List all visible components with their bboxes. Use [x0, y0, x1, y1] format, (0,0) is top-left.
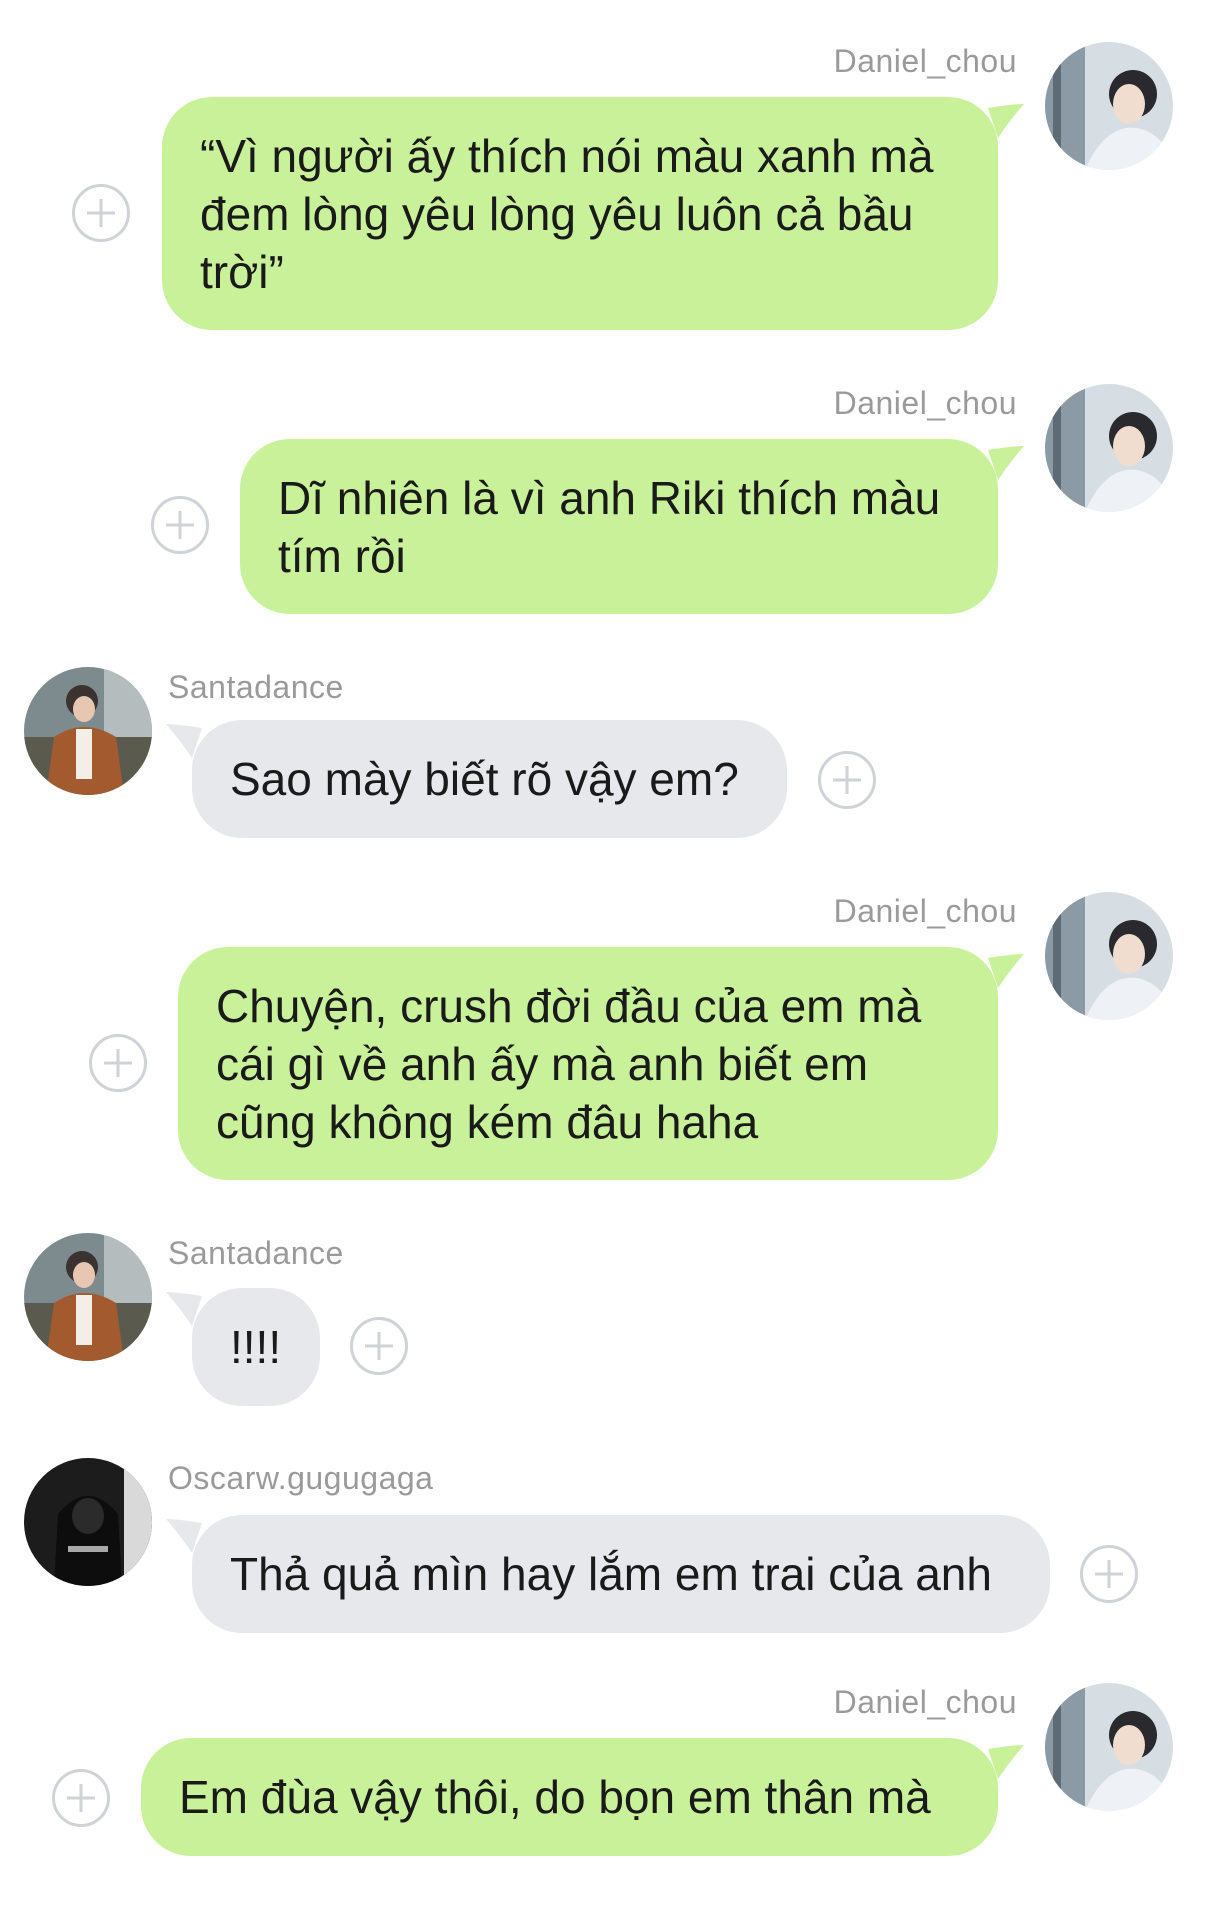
- plus-circle-icon[interactable]: [89, 1034, 147, 1092]
- avatar-santadance[interactable]: [24, 1233, 152, 1361]
- sender-name: Daniel_chou: [833, 385, 1017, 421]
- sender-name: Daniel_chou: [833, 43, 1017, 79]
- message-text: Thả quả mìn hay lắm em trai của anh: [230, 1548, 992, 1600]
- plus-circle-icon[interactable]: [350, 1317, 408, 1375]
- message-bubble[interactable]: Sao mày biết rõ vậy em?: [192, 720, 787, 838]
- message-text: “Vì người ấy thích nói màu xanh mà đem l…: [200, 130, 934, 298]
- message-bubble[interactable]: !!!!: [192, 1288, 320, 1406]
- plus-circle-icon[interactable]: [151, 496, 209, 554]
- sender-name: Santadance: [168, 669, 344, 705]
- message-bubble[interactable]: Em đùa vậy thôi, do bọn em thân mà: [141, 1738, 998, 1856]
- sender-name: Daniel_chou: [833, 1684, 1017, 1720]
- sender-name: Daniel_chou: [833, 893, 1017, 929]
- message-text: Dĩ nhiên là vì anh Riki thích màu tím rồ…: [278, 472, 941, 582]
- message-bubble[interactable]: Dĩ nhiên là vì anh Riki thích màu tím rồ…: [240, 439, 998, 614]
- message-text: Chuyện, crush đời đầu của em mà cái gì v…: [216, 980, 922, 1148]
- message-bubble[interactable]: “Vì người ấy thích nói màu xanh mà đem l…: [162, 97, 998, 330]
- plus-circle-icon[interactable]: [1080, 1545, 1138, 1603]
- avatar-santadance[interactable]: [24, 667, 152, 795]
- sender-name: Santadance: [168, 1235, 344, 1271]
- avatar-daniel-chou[interactable]: [1045, 42, 1173, 170]
- message-text: !!!!: [230, 1321, 282, 1373]
- plus-circle-icon[interactable]: [72, 184, 130, 242]
- avatar-daniel-chou[interactable]: [1045, 384, 1173, 512]
- avatar-daniel-chou[interactable]: [1045, 1683, 1173, 1811]
- message-text: Sao mày biết rõ vậy em?: [230, 753, 739, 805]
- plus-circle-icon[interactable]: [818, 751, 876, 809]
- avatar-oscarw[interactable]: [24, 1458, 152, 1586]
- avatar-daniel-chou[interactable]: [1045, 892, 1173, 1020]
- message-bubble[interactable]: Thả quả mìn hay lắm em trai của anh: [192, 1515, 1050, 1633]
- message-text: Em đùa vậy thôi, do bọn em thân mà: [179, 1771, 931, 1823]
- sender-name: Oscarw.gugugaga: [168, 1460, 434, 1496]
- plus-circle-icon[interactable]: [52, 1769, 110, 1827]
- message-bubble[interactable]: Chuyện, crush đời đầu của em mà cái gì v…: [178, 947, 998, 1180]
